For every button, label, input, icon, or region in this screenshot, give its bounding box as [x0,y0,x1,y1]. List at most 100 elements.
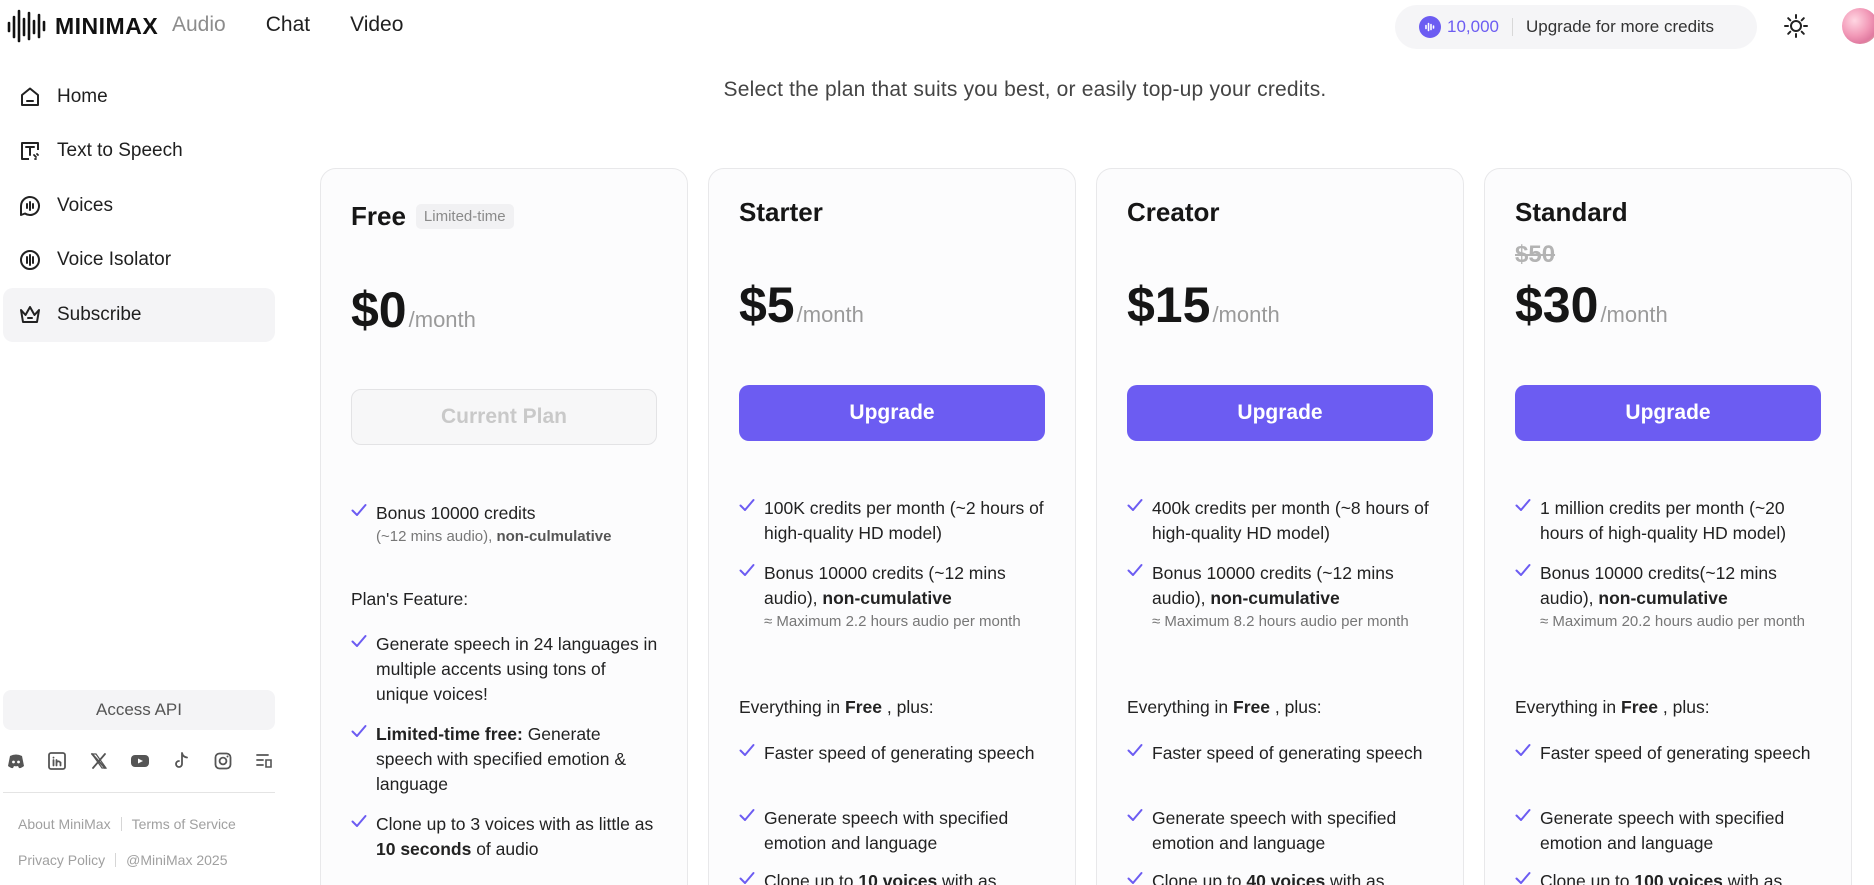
nav-chat[interactable]: Chat [266,13,310,37]
check-icon [1127,869,1152,885]
sidebar-item-label: Subscribe [57,304,142,325]
voices-icon [20,196,40,216]
feature-text: Faster speed of generating speech [1152,743,1423,763]
top-bar: MINIMAX Audio Chat Video 10,000 Upgrade … [0,0,1874,52]
feature-text: 100K credits per month (~2 hours of high… [764,498,1044,543]
feature-item: 400k credits per month (~8 hours of high… [1127,496,1437,546]
credits-pill[interactable]: 10,000 Upgrade for more credits [1395,5,1757,49]
feature-item: Generate speech with specified emotion a… [1515,806,1825,856]
price-period: /month [408,307,476,332]
plan-card-creator: Creator $15 /month Upgrade 400k credits … [1096,168,1464,885]
feature-text: Generate speech with specified emotion a… [1540,808,1785,853]
footer-links-row-1: About MiniMax Terms of Service [18,816,236,832]
feature-text: 400k credits per month (~8 hours of high… [1152,498,1429,543]
instagram-icon[interactable] [212,750,234,772]
privacy-link[interactable]: Privacy Policy [18,852,105,868]
pill-divider [1512,18,1513,36]
limited-time-tag: Limited-time [415,204,514,229]
sidebar-item-label: Voice Isolator [57,249,172,270]
upgrade-creator-button[interactable]: Upgrade [1127,385,1433,441]
footer-separator [115,853,117,867]
minimax-logo[interactable]: MINIMAX [6,7,158,45]
nav-audio[interactable]: Audio [172,13,226,37]
check-icon [1127,806,1152,856]
feed-icon[interactable] [253,750,275,772]
feature-text: Clone up to 40 voices with as [1152,871,1385,885]
feature-text: Bonus 10000 credits(~12 mins audio), non… [1540,563,1806,630]
feature-item: Bonus 10000 credits (~12 mins audio), no… [1127,561,1437,633]
upgrade-starter-button[interactable]: Upgrade [739,385,1045,441]
plan-name: Creator [1127,197,1220,227]
check-icon [739,741,764,766]
current-plan-button: Current Plan [351,389,657,445]
price-amount: $30 [1515,277,1599,333]
check-icon [1515,741,1540,766]
feature-item: Clone up to 100 voices with as [1515,869,1825,885]
check-icon [739,806,764,856]
feature-item: 1 million credits per month (~20 hours o… [1515,496,1825,546]
plan-name: Starter [739,197,823,227]
youtube-icon[interactable] [129,750,151,772]
copyright-text: @MiniMax 2025 [126,852,228,868]
sidebar-item-home[interactable]: Home [3,70,275,124]
check-icon [1515,496,1540,546]
sidebar-item-voice-isolator[interactable]: Voice Isolator [3,233,275,287]
feature-text: Bonus 10000 credits (~12 mins audio), no… [1152,563,1409,630]
plan-card-free: Free Limited-time $0 /month Current Plan… [320,168,688,885]
feature-item: Clone up to 10 voices with as [739,869,1049,885]
sidebar-item-text-to-speech[interactable]: Text to Speech [3,124,275,178]
feature-text: Clone up to 3 voices with as little as 1… [376,814,654,859]
feature-text: Faster speed of generating speech [764,743,1035,763]
feature-text: Faster speed of generating speech [1540,743,1811,763]
feature-item: Generate speech with specified emotion a… [1127,806,1437,856]
plan-title: Free [351,201,406,231]
tiktok-icon[interactable] [170,750,192,772]
feature-item: Limited-time free: Generate speech with … [351,722,661,797]
feature-text: Limited-time free: Generate speech with … [376,724,626,794]
feature-text: Clone up to 10 voices with as [764,871,997,885]
everything-in-label: Everything in Free , plus: [1515,697,1710,717]
plan-bonus-item: Bonus 10000 credits (~12 mins audio), no… [351,501,661,548]
about-link[interactable]: About MiniMax [18,816,111,832]
top-nav: Audio Chat Video [172,13,443,37]
feature-item: Generate speech with specified emotion a… [739,806,1049,856]
linkedin-icon[interactable] [46,750,68,772]
plan-name: Free Limited-time [351,201,514,232]
check-icon [1515,561,1540,633]
feature-item: Bonus 10000 credits(~12 mins audio), non… [1515,561,1825,633]
sidebar-item-label: Home [57,86,108,107]
everything-in-label: Everything in Free , plus: [739,697,934,717]
upgrade-credits-link[interactable]: Upgrade for more credits [1526,17,1714,37]
x-icon[interactable] [88,750,110,772]
price-amount: $0 [351,282,407,338]
upgrade-standard-button[interactable]: Upgrade [1515,385,1821,441]
access-api-button[interactable]: Access API [3,690,275,730]
check-icon [1127,741,1152,766]
page-subtitle: Select the plan that suits you best, or … [723,78,1327,101]
feature-item: Clone up to 40 voices with as [1127,869,1437,885]
plan-price: $5 /month [739,276,864,334]
footer-separator [120,817,122,831]
logo-text: MINIMAX [55,12,159,39]
sidebar-item-label: Text to Speech [57,140,183,161]
crown-icon [20,306,40,323]
price-period: /month [1600,302,1668,327]
sidebar-item-voices[interactable]: Voices [3,179,275,233]
sidebar-item-subscribe[interactable]: Subscribe [3,288,275,342]
check-icon [739,496,764,546]
check-icon [739,869,764,885]
check-icon [351,501,376,548]
plan-card-standard: Standard $50 $30 /month Upgrade 1 millio… [1484,168,1852,885]
discord-icon[interactable] [5,750,27,772]
check-icon [351,632,376,707]
theme-toggle-sun-icon[interactable] [1782,12,1810,40]
original-price: $50 [1515,241,1556,268]
feature-item: Faster speed of generating speech [1127,741,1437,766]
check-icon [739,561,764,633]
nav-video[interactable]: Video [350,13,403,37]
user-avatar[interactable] [1842,8,1874,44]
check-icon [1127,496,1152,546]
terms-link[interactable]: Terms of Service [132,816,236,832]
plan-price: $15 /month [1127,276,1280,334]
sidebar: Home Text to Speech Voices Voice Isolato… [0,70,280,885]
